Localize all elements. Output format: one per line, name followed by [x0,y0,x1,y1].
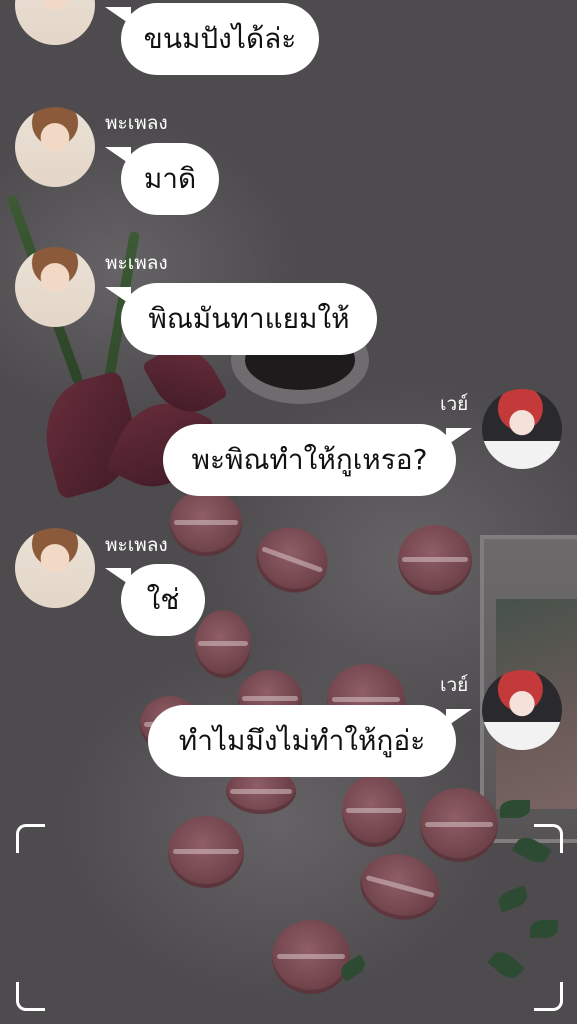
message-bubble[interactable]: พิณมันทาแยมให้ [105,283,377,355]
message-text: ขนมปังได้ล่ะ [143,22,297,55]
message-bubble[interactable]: ใช่ [105,564,205,636]
message-bubble[interactable]: ขนมปังได้ล่ะ [105,3,319,75]
sender-name: เวย์ [440,393,469,415]
message-bubble[interactable]: ทำไมมึงไม่ทำให้กูอ่ะ [148,705,472,777]
sender-name: พะเพลง [105,252,168,274]
message-bubble[interactable]: พะพิณทำให้กูเหรอ? [163,424,472,496]
message-text: ใช่ [146,583,180,616]
sender-name: พะเพลง [105,534,168,556]
corner-bracket-top-right [534,824,563,853]
avatar[interactable] [15,107,95,187]
message-text: พะพิณทำให้กูเหรอ? [191,443,428,476]
message-text: มาดิ [143,162,197,195]
avatar[interactable] [15,247,95,327]
message-text: ทำไมมึงไม่ทำให้กูอ่ะ [178,724,426,757]
sender-name: พะเพลง [105,112,168,134]
corner-bracket-bottom-right [534,982,563,1011]
avatar[interactable] [15,528,95,608]
chat-screen: ขนมปังได้ล่ะ พะเพลง มาดิ พะเพลง พิณมันทา… [0,0,577,1024]
avatar[interactable] [482,389,562,469]
message-text: พิณมันทาแยมให้ [148,302,350,335]
avatar[interactable] [482,670,562,750]
message-bubble[interactable]: มาดิ [105,143,219,215]
corner-bracket-bottom-left [16,982,45,1011]
corner-bracket-top-left [16,824,45,853]
sender-name: เวย์ [440,674,469,696]
